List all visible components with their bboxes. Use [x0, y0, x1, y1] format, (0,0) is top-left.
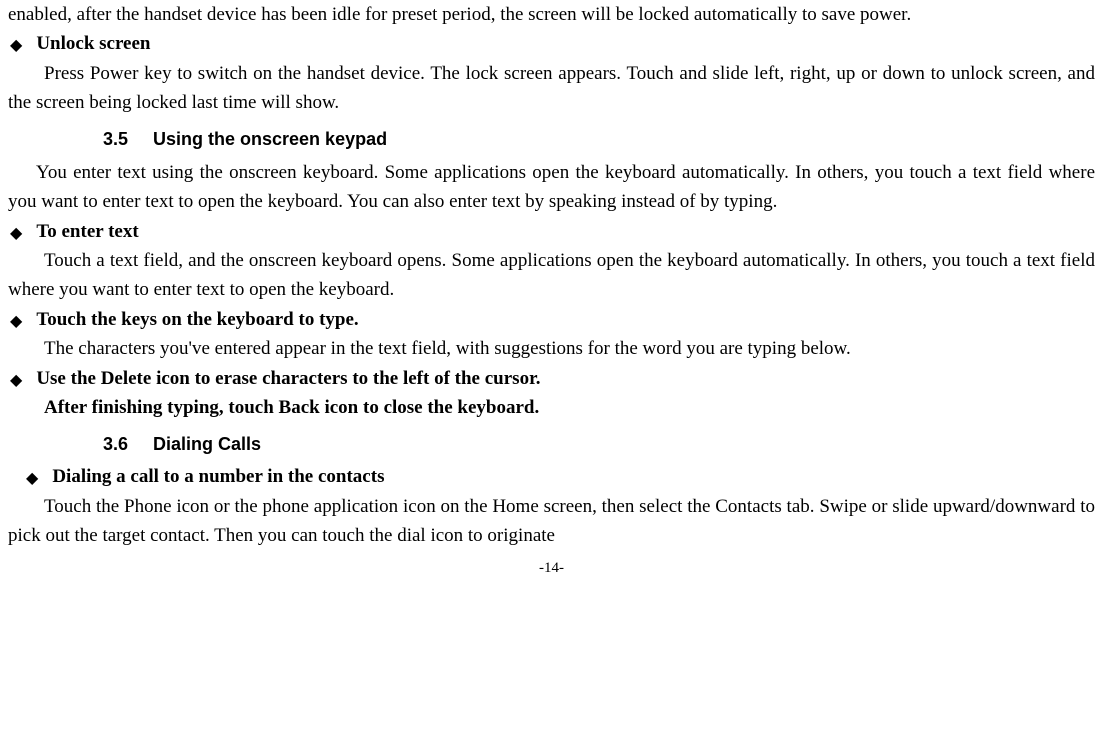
paragraph-enter-text: Touch a text field, and the onscreen key… [8, 246, 1095, 305]
paragraph-after-finishing: After finishing typing, touch Back icon … [8, 393, 1095, 422]
bullet-label: Unlock screen [36, 29, 150, 58]
bullet-unlock-screen: ◆ Unlock screen [8, 29, 1095, 58]
bullet-dialing-call: ◆ Dialing a call to a number in the cont… [8, 462, 1095, 491]
diamond-bullet-icon: ◆ [10, 38, 22, 54]
diamond-bullet-icon: ◆ [26, 471, 38, 487]
bullet-label: Use the Delete icon to erase characters … [36, 364, 540, 393]
diamond-bullet-icon: ◆ [10, 373, 22, 389]
paragraph-intro: enabled, after the handset device has be… [8, 0, 1095, 29]
paragraph-dialing: Touch the Phone icon or the phone applic… [8, 492, 1095, 551]
bullet-label: Touch the keys on the keyboard to type. [36, 305, 358, 334]
document-page: enabled, after the handset device has be… [8, 0, 1095, 580]
bullet-label: To enter text [36, 217, 138, 246]
diamond-bullet-icon: ◆ [10, 314, 22, 330]
heading-title: Using the onscreen keypad [153, 129, 387, 149]
section-heading-3-5: 3.5 Using the onscreen keypad [8, 126, 1095, 154]
bullet-delete-icon: ◆ Use the Delete icon to erase character… [8, 364, 1095, 393]
heading-number: 3.5 [103, 126, 148, 154]
section-heading-3-6: 3.6 Dialing Calls [8, 431, 1095, 459]
heading-title: Dialing Calls [153, 434, 261, 454]
heading-number: 3.6 [103, 431, 148, 459]
paragraph-unlock: Press Power key to switch on the handset… [8, 59, 1095, 118]
page-number: -14- [8, 557, 1095, 580]
paragraph-touch-keys: The characters you've entered appear in … [8, 334, 1095, 363]
paragraph-onscreen-keypad: You enter text using the onscreen keyboa… [8, 158, 1095, 217]
diamond-bullet-icon: ◆ [10, 226, 22, 242]
bullet-touch-keys: ◆ Touch the keys on the keyboard to type… [8, 305, 1095, 334]
bullet-label: Dialing a call to a number in the contac… [52, 462, 384, 491]
bullet-to-enter-text: ◆ To enter text [8, 217, 1095, 246]
